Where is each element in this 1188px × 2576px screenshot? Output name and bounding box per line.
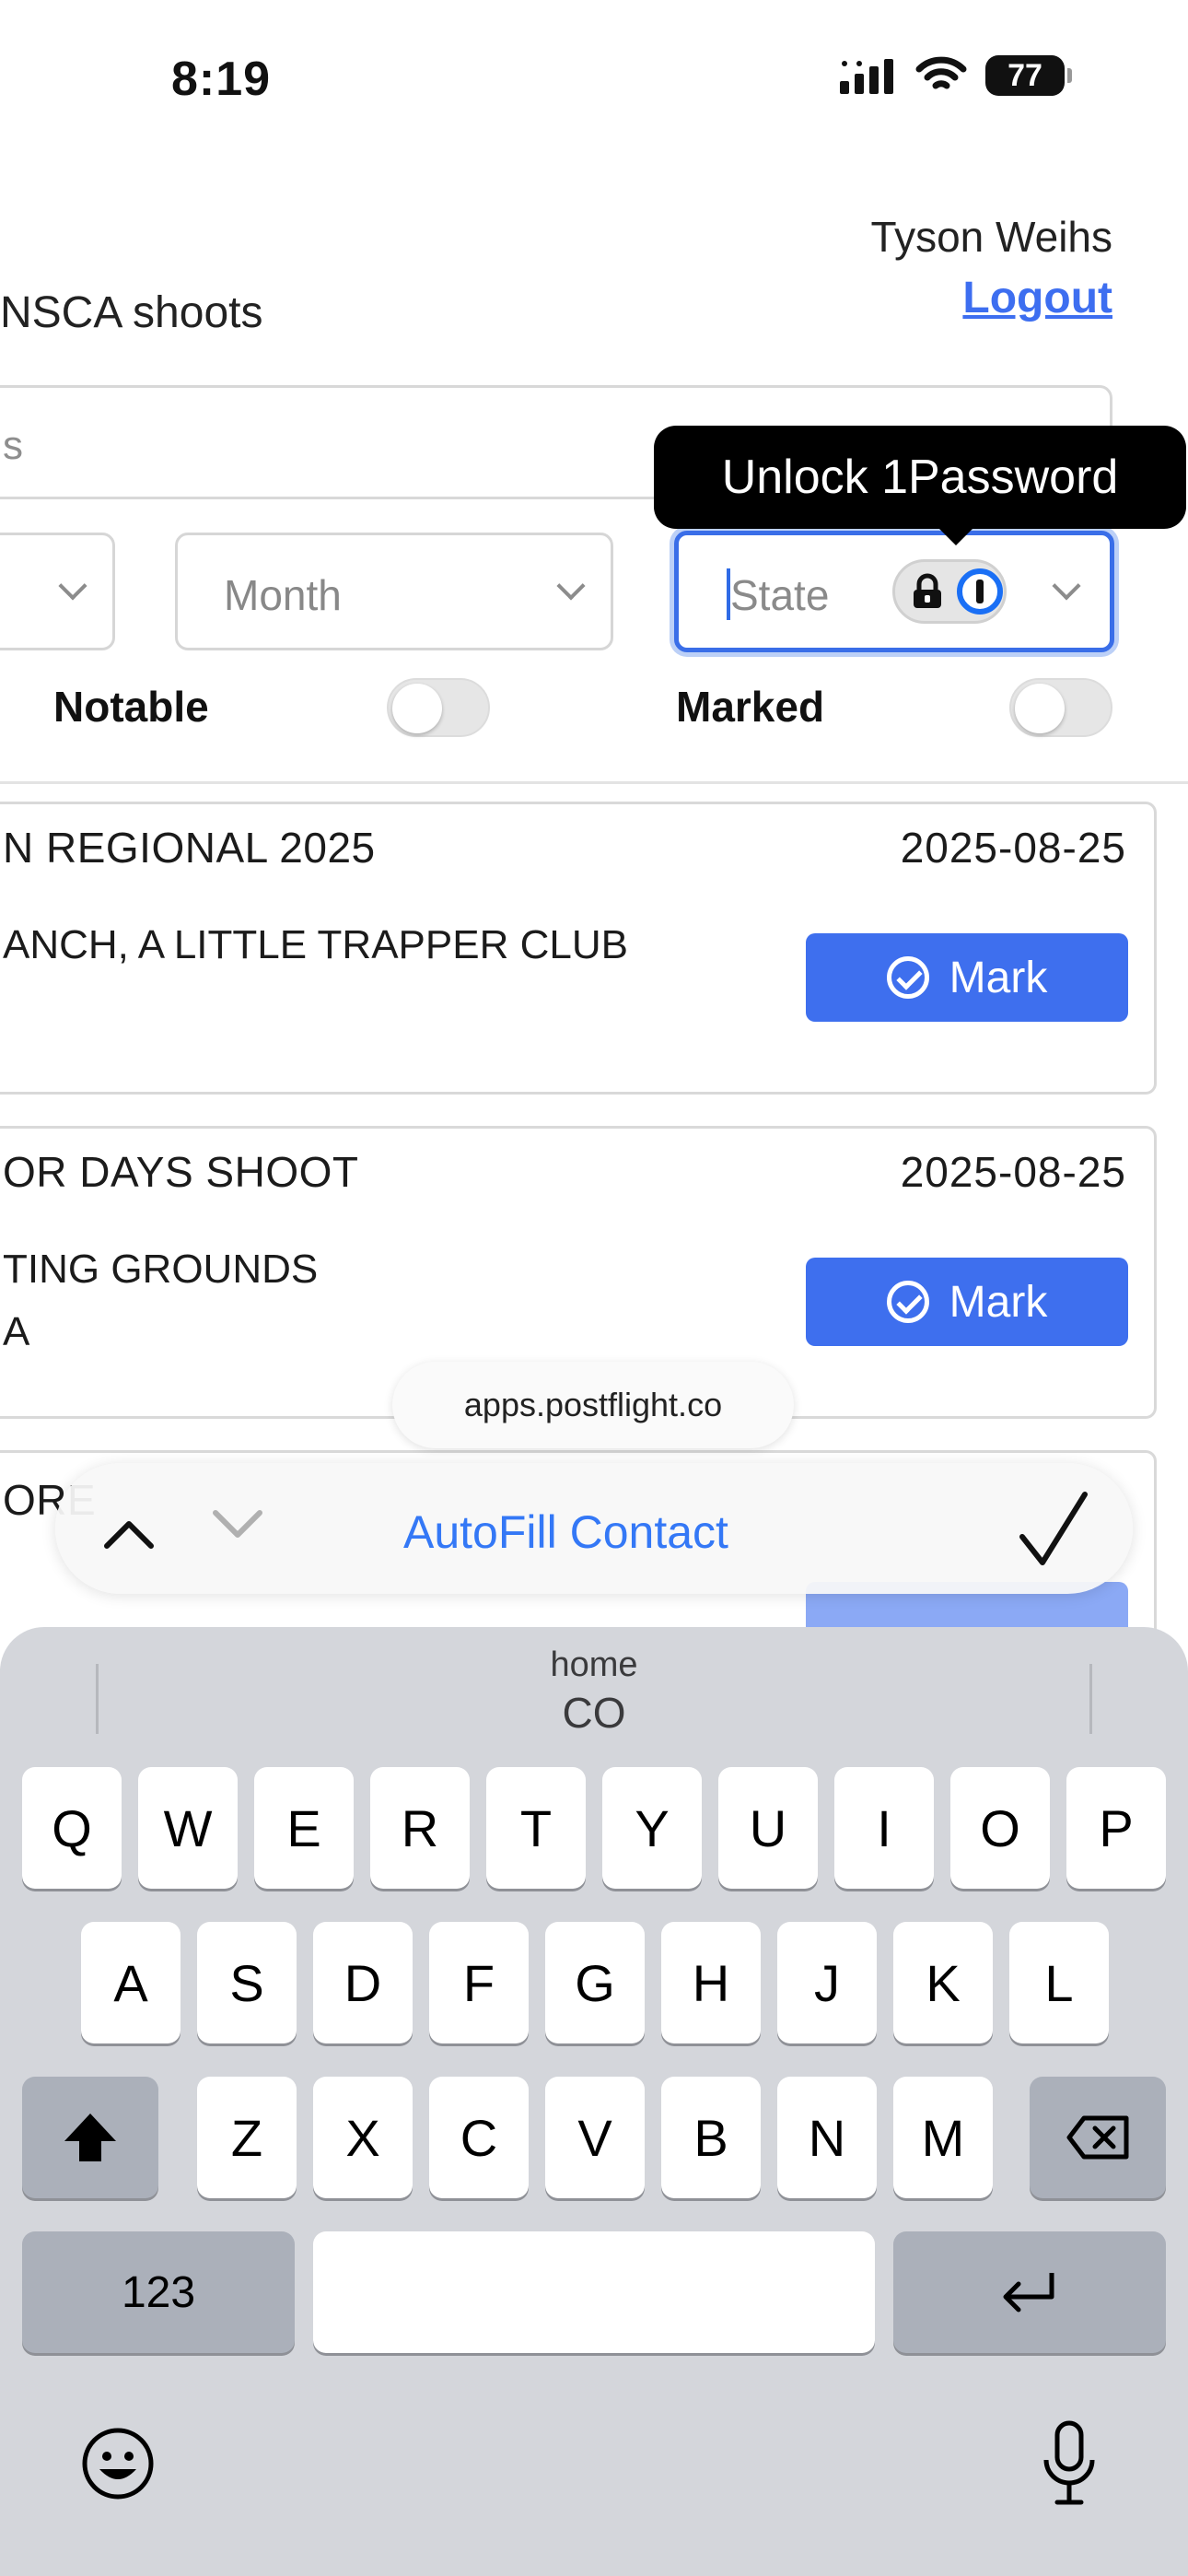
key-f[interactable]: F <box>429 1922 529 2043</box>
key-t[interactable]: T <box>486 1767 586 1889</box>
mark-button[interactable]: Mark <box>806 933 1128 1022</box>
wifi-icon <box>915 56 967 89</box>
onepassword-button[interactable] <box>892 559 1007 624</box>
key-l[interactable]: L <box>1009 1922 1109 2043</box>
lock-icon <box>914 573 941 608</box>
toggle-knob <box>392 684 442 733</box>
state-placeholder: State <box>730 571 830 619</box>
backspace-key[interactable] <box>1030 2077 1166 2198</box>
backspace-icon <box>1066 2115 1129 2160</box>
key-y[interactable]: Y <box>602 1767 702 1889</box>
shift-icon <box>64 2113 116 2161</box>
card-state: A <box>3 1309 30 1354</box>
card-location: ANCH, A LITTLE TRAPPER CLUB <box>3 922 628 967</box>
key-c[interactable]: C <box>429 2077 529 2198</box>
key-x[interactable]: X <box>313 2077 413 2198</box>
key-w[interactable]: W <box>138 1767 238 1889</box>
key-o[interactable]: O <box>950 1767 1050 1889</box>
onepassword-icon <box>957 568 1003 615</box>
key-i[interactable]: I <box>834 1767 934 1889</box>
space-key[interactable] <box>313 2231 875 2353</box>
autofill-contact-button[interactable]: AutoFill Contact <box>403 1505 728 1559</box>
numbers-key[interactable]: 123 <box>22 2231 295 2353</box>
logout-link[interactable]: Logout <box>962 273 1112 323</box>
return-key[interactable] <box>893 2231 1166 2353</box>
key-s[interactable]: S <box>197 1922 297 2043</box>
chevron-down-icon <box>1052 571 1081 601</box>
divider <box>0 781 1188 784</box>
key-g[interactable]: G <box>545 1922 645 2043</box>
page-title: NSCA shoots <box>0 288 263 337</box>
key-j[interactable]: J <box>777 1922 877 2043</box>
key-b[interactable]: B <box>661 2077 761 2198</box>
key-z[interactable]: Z <box>197 2077 297 2198</box>
autofill-bar: AutoFill Contact <box>55 1463 1133 1594</box>
card-title: OR DAYS SHOOT <box>3 1148 359 1196</box>
search-placeholder: s <box>3 423 23 468</box>
checkmark-icon[interactable] <box>1017 1489 1090 1572</box>
chevron-up-icon[interactable] <box>101 1507 157 1563</box>
browser-domain[interactable]: apps.postflight.co <box>392 1362 794 1448</box>
key-e[interactable]: E <box>254 1767 354 1889</box>
key-p[interactable]: P <box>1066 1767 1166 1889</box>
key-r[interactable]: R <box>370 1767 470 1889</box>
tooltip-text: Unlock 1Password <box>721 451 1119 504</box>
keyboard: home CO Q W E R T Y U I O P A S D F G H … <box>0 1627 1188 2576</box>
notable-toggle[interactable] <box>387 678 490 737</box>
emoji-icon[interactable] <box>79 2425 157 2502</box>
user-name: Tyson Weihs <box>870 213 1112 261</box>
result-card: N REGIONAL 2025 2025-08-25 ANCH, A LITTL… <box>0 802 1157 1095</box>
key-h[interactable]: H <box>661 1922 761 2043</box>
chevron-down-icon <box>58 571 87 601</box>
key-u[interactable]: U <box>718 1767 818 1889</box>
month-placeholder: Month <box>224 571 342 619</box>
key-m[interactable]: M <box>893 2077 993 2198</box>
notable-label: Notable <box>53 683 209 731</box>
microphone-icon[interactable] <box>1039 2419 1100 2508</box>
key-k[interactable]: K <box>893 1922 993 2043</box>
shift-key[interactable] <box>22 2077 158 2198</box>
mark-button-label: Mark <box>949 953 1048 1002</box>
mark-button[interactable]: Mark <box>806 1258 1128 1346</box>
suggestion-value[interactable]: CO <box>0 1688 1188 1738</box>
card-date: 2025-08-25 <box>900 824 1126 872</box>
return-icon <box>1003 2273 1054 2313</box>
card-location: TING GROUNDS <box>3 1247 319 1292</box>
status-icons: 77 <box>840 55 1072 96</box>
chevron-down-icon[interactable] <box>210 1496 265 1551</box>
month-select[interactable]: Month <box>175 533 613 650</box>
mark-button-label: Mark <box>949 1277 1048 1327</box>
chevron-down-icon <box>556 571 586 601</box>
check-circle-icon <box>886 1281 929 1323</box>
suggestion-label: home <box>550 1645 638 1684</box>
check-circle-icon <box>886 956 929 999</box>
card-title: N REGIONAL 2025 <box>3 824 376 872</box>
status-time: 8:19 <box>171 53 272 106</box>
marked-label: Marked <box>676 683 825 731</box>
key-a[interactable]: A <box>81 1922 181 2043</box>
key-v[interactable]: V <box>545 2077 645 2198</box>
state-select[interactable]: State <box>674 531 1114 652</box>
key-d[interactable]: D <box>313 1922 413 2043</box>
toggle-knob <box>1015 684 1065 733</box>
marked-toggle[interactable] <box>1009 678 1112 737</box>
cellular-signal-icon <box>840 59 893 94</box>
filter-select[interactable] <box>0 533 115 650</box>
card-date: 2025-08-25 <box>900 1148 1126 1196</box>
key-q[interactable]: Q <box>22 1767 122 1889</box>
battery-icon: 77 <box>985 55 1072 96</box>
key-n[interactable]: N <box>777 2077 877 2198</box>
onepassword-tooltip[interactable]: Unlock 1Password <box>654 426 1186 545</box>
